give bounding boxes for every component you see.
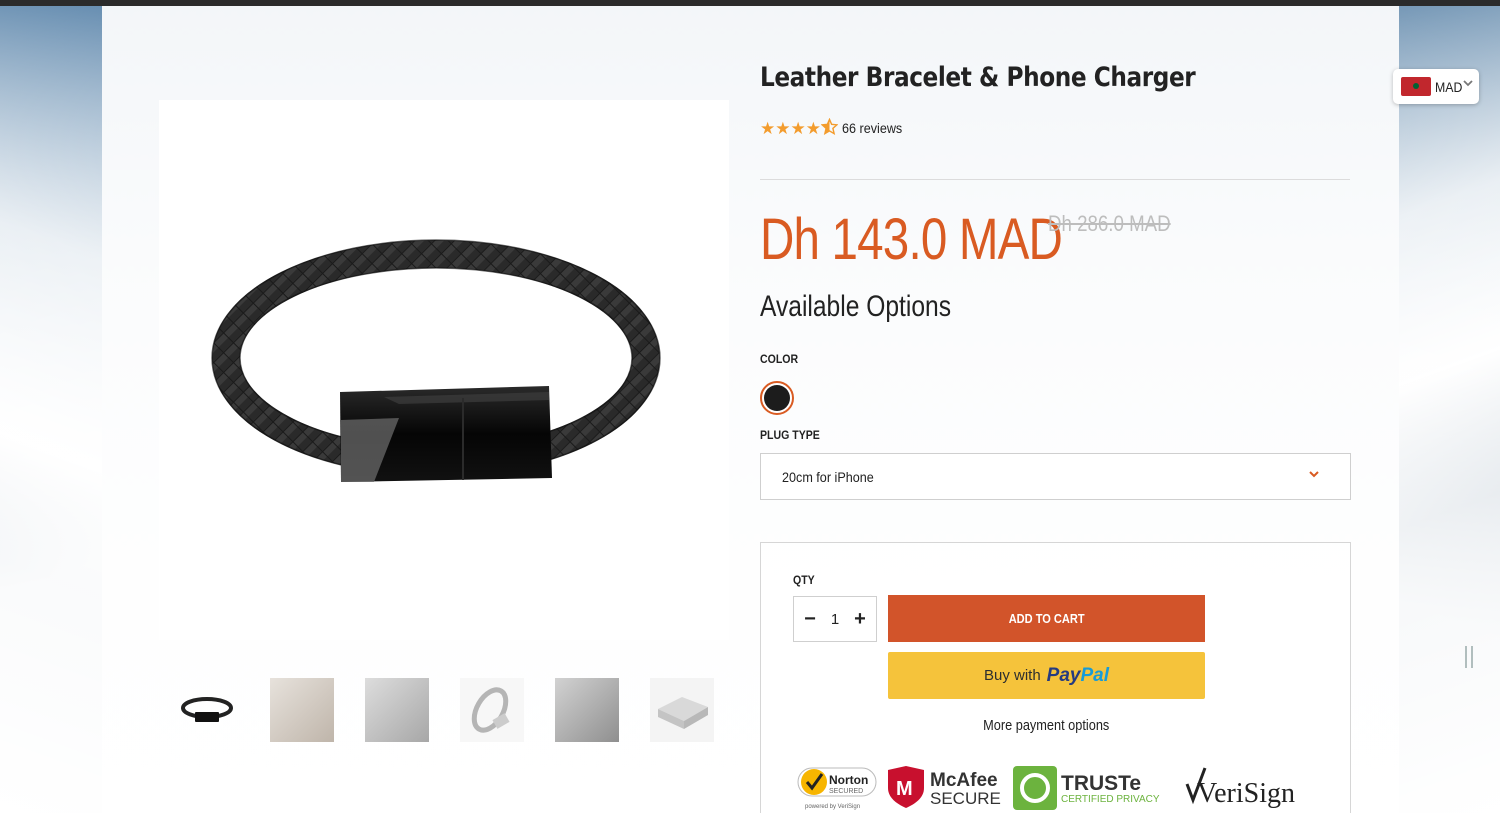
norton-sub-text: SECURED: [829, 788, 863, 795]
verisign-badge: VeriSign: [1185, 767, 1295, 809]
quantity-input[interactable]: 1: [831, 611, 839, 628]
norton-secured-badge: Norton SECURED powered by VeriSign: [797, 767, 877, 810]
background-mountains-left: [0, 6, 102, 813]
gift-box-thumbnail-icon: [658, 697, 708, 729]
product-main-image[interactable]: [159, 100, 729, 640]
trust-badges: Norton SECURED powered by VeriSign M McA…: [797, 762, 1297, 812]
truste-badge: TRUSTe CERTIFIED PRIVACY: [1013, 766, 1160, 810]
star-icon: ★: [790, 118, 806, 138]
verisign-text: VeriSign: [1197, 778, 1295, 809]
thumbnail-1[interactable]: [175, 678, 239, 742]
svg-text:M: M: [896, 778, 913, 800]
product-rating[interactable]: ★ ★ ★ ★ 66 reviews: [760, 117, 909, 138]
mcafee-secure-badge: M McAfee SECURE: [888, 766, 1001, 808]
plug-type-label: PLUG TYPE: [760, 428, 820, 442]
star-icon: ★: [760, 118, 776, 138]
plug-type-value: 20cm for iPhone: [782, 468, 874, 485]
thumbnail-strip: [175, 678, 745, 742]
norton-powered-text: powered by VeriSign: [805, 804, 860, 810]
add-to-cart-label: ADD TO CART: [1008, 611, 1085, 626]
thumbnail-5[interactable]: [555, 678, 619, 742]
thumbnail-2[interactable]: [270, 678, 334, 742]
product-title: Leather Bracelet & Phone Charger: [760, 62, 1196, 93]
compare-at-price: Dh 286.0 MAD: [1048, 211, 1171, 236]
half-star-icon: [820, 117, 839, 138]
bracelet-thumbnail-icon: [181, 697, 233, 722]
quantity-stepper: − 1 +: [793, 596, 877, 642]
thumbnail-4[interactable]: [460, 678, 524, 742]
divider: [760, 179, 1350, 180]
morocco-flag-icon: [1401, 77, 1431, 96]
norton-text: Norton: [829, 773, 868, 787]
star-icon: ★: [775, 118, 791, 138]
more-payment-options-label: More payment options: [983, 717, 1110, 734]
mcafee-text: McAfee: [930, 770, 998, 791]
plug-type-select[interactable]: 20cm for iPhone: [760, 453, 1351, 500]
background-mountains-right: [1399, 6, 1500, 813]
truste-text: TRUSTe: [1061, 772, 1141, 795]
paypal-logo-pal: Pal: [1080, 664, 1110, 686]
paypal-button[interactable]: Buy with Pay Pal: [888, 652, 1205, 699]
star-icon: ★: [805, 118, 821, 138]
paypal-logo-pay: Pay: [1046, 664, 1081, 686]
swatch-color-dot: [764, 385, 790, 411]
paypal-prefix: Buy with: [983, 667, 1041, 684]
thumbnail-6[interactable]: [650, 678, 714, 742]
reviews-link[interactable]: 66 reviews: [842, 120, 902, 136]
color-label: COLOR: [760, 352, 799, 366]
bracelet-image: [211, 239, 661, 482]
options-heading: Available Options: [760, 290, 952, 323]
chevron-down-icon: [1308, 468, 1320, 483]
bracelet-silver-thumbnail-icon: [471, 687, 510, 733]
qty-label: QTY: [793, 573, 815, 587]
chevron-down-icon: [1463, 78, 1473, 91]
add-to-cart-button[interactable]: ADD TO CART: [888, 595, 1205, 642]
more-payment-options-link[interactable]: More payment options: [888, 717, 1205, 734]
truste-sub-text: CERTIFIED PRIVACY: [1061, 794, 1160, 805]
mcafee-sub-text: SECURE: [930, 789, 1001, 808]
sale-price: Dh 143.0 MAD: [760, 207, 1063, 272]
thumbnail-3[interactable]: [365, 678, 429, 742]
color-swatch-black[interactable]: [760, 381, 794, 415]
minus-icon[interactable]: −: [802, 608, 818, 631]
currency-code: MAD: [1435, 78, 1463, 95]
scroll-handle-icon[interactable]: [1464, 644, 1474, 670]
plus-icon[interactable]: +: [852, 608, 868, 631]
currency-selector[interactable]: MAD: [1393, 69, 1479, 104]
